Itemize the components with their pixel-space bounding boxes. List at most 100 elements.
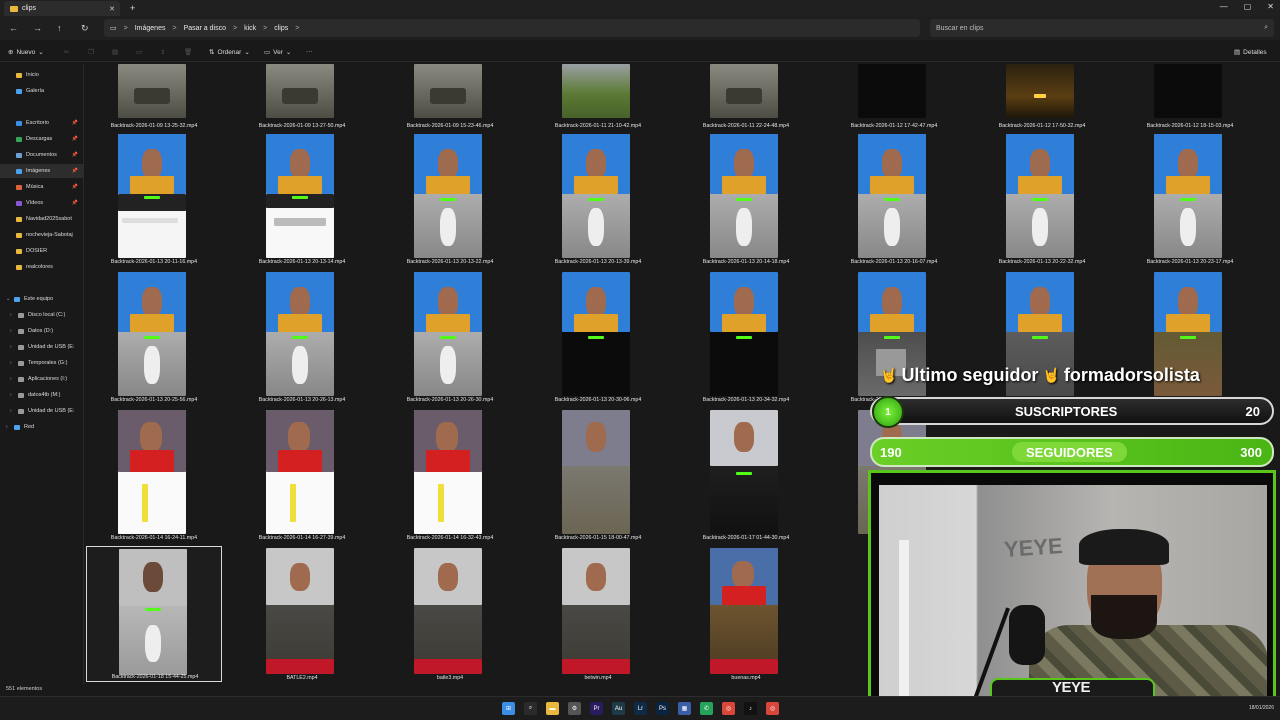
delete-icon[interactable]: 🗑 [184,48,192,56]
file-tile[interactable]: Backtrack-2026-01-13 20-11-16.mp4 [86,132,222,266]
file-tile[interactable]: Backtrack-2026-01-13 20-13-22.mp4 [382,132,518,266]
file-tile[interactable]: Backtrack-2026-01-09 13-25-32.mp4 [86,64,222,130]
tiktok-icon[interactable]: ♪ [744,702,757,715]
sidebar-item[interactable]: › Unidad de USB (E: [0,340,84,354]
details-button[interactable]: ▤ Detalles [1234,48,1267,57]
file-tile[interactable]: Backtrack-2026-01-13 20-30-06.mp4 [530,270,666,404]
file-tile[interactable]: Backtrack-2026-01-11 21-10-42.mp4 [530,64,666,130]
file-tile[interactable]: Backtrack-2026-01-13 20-26-30.mp4 [382,270,518,404]
file-tile[interactable]: Backtrack-2026-01-17 01-44-30.mp4 [678,408,814,542]
up-arrow-icon[interactable]: ↑ [57,23,62,33]
file-tile[interactable]: Backtrack-2026-01-14 16-32-43.mp4 [382,408,518,542]
paste-icon[interactable]: ▤ [112,48,118,56]
new-tab-button[interactable]: + [130,3,135,13]
chevron-right-icon[interactable]: › [10,360,16,366]
photoshop-icon[interactable]: Ps [656,702,669,715]
file-tile[interactable]: Backtrack-2026-01-14 16-27-39.mp4 [234,408,370,542]
file-tile[interactable]: Backtrack-2026-01-13 20-26-13.mp4 [234,270,370,404]
file-tile[interactable]: Backtrack-2026-01-13 20-14-18.mp4 [678,132,814,266]
more-button[interactable]: ··· [306,48,313,55]
sidebar-item[interactable]: › Unidad de USB (E: [0,404,84,418]
file-tile[interactable]: betwin.mp4 [530,546,666,682]
file-tile[interactable]: Backtrack-2026-01-18 15-44-25.mp4 [86,546,222,682]
chevron-right-icon[interactable]: › [10,312,16,318]
forward-arrow-icon[interactable]: → [33,23,42,33]
sidebar-item[interactable]: ⌄ Este equipo [0,292,84,306]
close-icon[interactable]: ✕ [109,5,115,13]
file-tile[interactable]: Backtrack-2026-01-13 20-34-32.mp4 [678,270,814,404]
sidebar-item[interactable]: › Aplicaciones (I:) [0,372,84,386]
sidebar-item[interactable]: Escritorio 📌 [0,116,84,130]
sidebar-item[interactable]: › Datos (D:) [0,324,84,338]
breadcrumb-kick[interactable]: kick [244,25,256,32]
sidebar-item[interactable]: nochevieja-Sabotaj [0,228,84,242]
lightroom-icon[interactable]: Lr [634,702,647,715]
search-input[interactable]: Buscar en clips ⌕ [930,19,1274,37]
chevron-right-icon[interactable]: › [10,408,16,414]
new-button[interactable]: ⊕ Nuevo ⌄ [8,48,44,57]
settings-icon[interactable]: ⚙ [568,702,581,715]
file-tile[interactable]: Backtrack-2026-01-13 20-23-17.mp4 [1122,132,1258,266]
chevron-right-icon[interactable]: › [10,344,16,350]
explorer-icon[interactable]: ▬ [546,702,559,715]
chrome2-icon[interactable]: ◎ [766,702,779,715]
chevron-down-icon[interactable]: ⌄ [6,296,12,302]
file-tile[interactable]: Backtrack-2026-01-15 18-00-47.mp4 [530,408,666,542]
back-arrow-icon[interactable]: ← [9,23,18,33]
share-icon[interactable]: ⇪ [160,48,165,56]
file-tile[interactable]: buenas.mp4 [678,546,814,682]
refresh-icon[interactable]: ↻ [81,23,89,34]
breadcrumb-imagenes[interactable]: Imágenes [135,25,166,32]
chevron-right-icon[interactable]: › [10,392,16,398]
sidebar-item[interactable]: Música 📌 [0,180,84,194]
rename-icon[interactable]: ▭ [136,48,142,56]
sidebar-item[interactable]: Documentos 📌 [0,148,84,162]
sidebar-item[interactable]: Navidad2025sabot [0,212,84,226]
minimize-button[interactable]: — [1220,2,1228,11]
sidebar-item[interactable]: Descargas 📌 [0,132,84,146]
tab-clips[interactable]: clips ✕ [4,1,120,16]
file-tile[interactable]: BATLE2.mp4 [234,546,370,682]
chevron-right-icon[interactable]: › [10,376,16,382]
sort-button[interactable]: ⇅ Ordenar ⌄ [209,48,250,57]
file-tile[interactable]: Backtrack-2026-01-09 15-23-46.mp4 [382,64,518,130]
file-tile[interactable]: Backtrack-2026-01-14 16-24-11.mp4 [86,408,222,542]
file-tile[interactable]: Backtrack-2026-01-13 20-22-32.mp4 [974,132,1110,266]
copy-icon[interactable]: ❐ [88,48,94,56]
sidebar-item[interactable]: realcolores [0,260,84,274]
chevron-right-icon[interactable]: › [10,328,16,334]
sidebar-item[interactable]: › Red [0,420,84,434]
file-tile[interactable]: Backtrack-2026-01-13 20-13-14.mp4 [234,132,370,266]
premiere-icon[interactable]: Pr [590,702,603,715]
close-window-button[interactable]: ✕ [1267,2,1274,11]
calculator-icon[interactable]: ▦ [678,702,691,715]
sidebar-item[interactable]: Imágenes 📌 [0,164,84,178]
whatsapp-icon[interactable]: ✆ [700,702,713,715]
file-tile[interactable]: Backtrack-2026-01-12 18-15-03.mp4 [1122,64,1258,130]
file-tile[interactable]: Backtrack-2026-01-11 22-24-48.mp4 [678,64,814,130]
view-button[interactable]: ▭ Ver ⌄ [264,48,291,57]
sidebar-item[interactable]: Vídeos 📌 [0,196,84,210]
taskbar-clock[interactable]: 18/01/2026 [1249,705,1274,711]
maximize-button[interactable]: ▢ [1244,2,1252,11]
file-tile[interactable]: Backtrack-2026-01-13 20-13-39.mp4 [530,132,666,266]
audition-icon[interactable]: Au [612,702,625,715]
start-icon[interactable]: ⊞ [502,702,515,715]
sidebar-item[interactable]: DOSIER [0,244,84,258]
sidebar-item[interactable]: › datos4tb (M:) [0,388,84,402]
sidebar-item[interactable]: › Temporales (G:) [0,356,84,370]
breadcrumb-clips[interactable]: clips [274,25,288,32]
file-tile[interactable]: Backtrack-2026-01-12 17-50-32.mp4 [974,64,1110,130]
chevron-right-icon[interactable]: › [6,424,12,430]
file-tile[interactable]: Backtrack-2026-01-12 17-42-47.mp4 [826,64,962,130]
cut-icon[interactable]: ✂ [64,48,69,56]
file-tile[interactable]: batle3.mp4 [382,546,518,682]
sidebar-item[interactable]: › Disco local (C:) [0,308,84,322]
breadcrumb-pasar-a-disco[interactable]: Pasar a disco [184,25,226,32]
file-tile[interactable]: Backtrack-2026-01-13 20-16-07.mp4 [826,132,962,266]
sidebar-item[interactable]: Inicio [0,68,84,82]
address-bar[interactable]: ▭ > Imágenes > Pasar a disco > kick > cl… [104,19,920,37]
search-icon[interactable]: ⌕ [524,702,537,715]
file-tile[interactable]: Backtrack-2026-01-13 20-25-56.mp4 [86,270,222,404]
file-tile[interactable]: Backtrack-2026-01-09 13-27-50.mp4 [234,64,370,130]
